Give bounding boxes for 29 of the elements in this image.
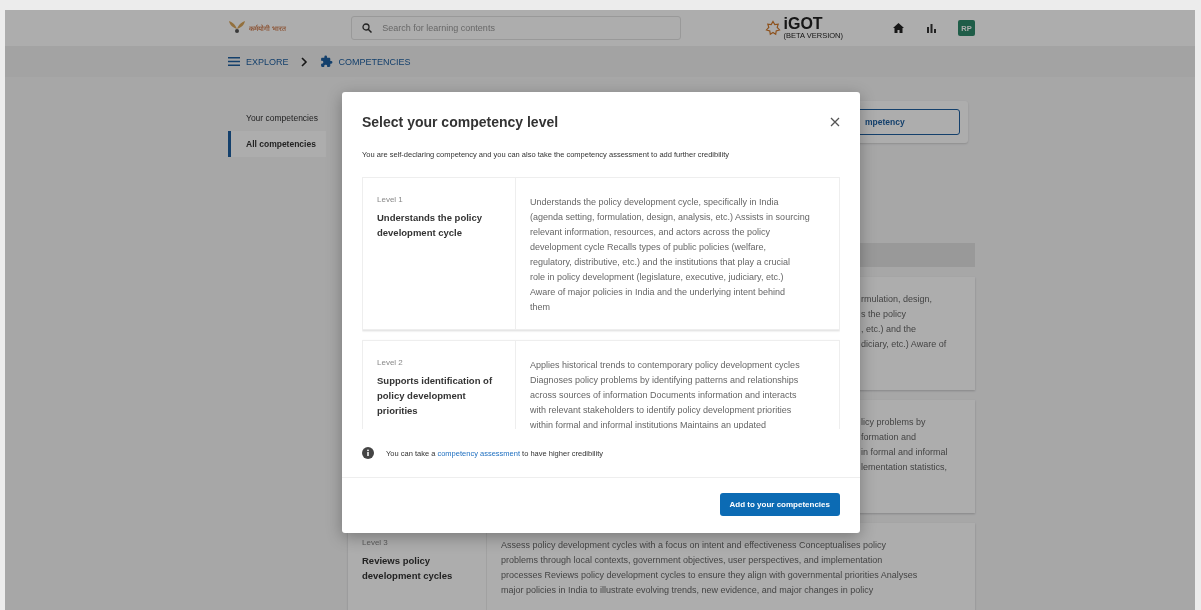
level-description: Applies historical trends to contemporary policy development cycles Diagnoses policy problems by identifying patterns and relationships across sources of information Documents information and interacts with relevant stakeholders to identify policy development priorities within formal and informal institutions Maintains an updated bbox=[515, 341, 808, 429]
chevron-right-icon bbox=[300, 56, 308, 67]
puzzle-icon bbox=[319, 55, 333, 68]
dialog-title: Select your competency level bbox=[362, 114, 560, 130]
sidebar-item[interactable]: Your competencies bbox=[228, 105, 326, 131]
breadcrumb-link[interactable]: EXPLORE bbox=[228, 56, 289, 67]
level-option[interactable] bbox=[362, 177, 840, 330]
level-title: Understands the policy development cycle bbox=[377, 211, 484, 240]
level-title: Reviews policy development cycles bbox=[362, 554, 454, 583]
breadcrumb-link[interactable]: COMPETENCIES bbox=[319, 55, 411, 68]
level-label: Level 3 bbox=[362, 538, 389, 547]
level-description: licy problems by formation and in formal and informal lementation statistics, bbox=[861, 416, 949, 474]
sidebar-item[interactable]: All competencies bbox=[228, 131, 326, 157]
menu-icon bbox=[228, 57, 240, 66]
level-description: Understands the policy development cycle, specifically in India (agenda setting, formulation, design, analysis, etc.) Assists in sourcing relevant information, resources, and actors across the policy development cycle Recalls types of public policies (welfare, regulatory, distributive, etc.) and the institutions that play a crucial role in policy development (legislature, executive, judiciary, etc.) Aware of major policies in India and the underlying intent behind them bbox=[515, 178, 818, 329]
level-description: rmulation, design, s the policy , etc.) and the diciary, etc.) Aware of bbox=[861, 293, 948, 351]
level-label: Level 1 bbox=[377, 195, 404, 204]
home-icon[interactable] bbox=[893, 23, 904, 33]
info-icon bbox=[362, 447, 374, 459]
flower-icon bbox=[764, 20, 781, 36]
logo-icon bbox=[228, 20, 246, 36]
level-label: Level 2 bbox=[377, 358, 404, 367]
search-field[interactable]: Search for learning contents bbox=[351, 16, 681, 40]
brand-name: iGOT bbox=[783, 16, 824, 33]
bar-chart-icon[interactable] bbox=[926, 23, 936, 33]
close-button[interactable] bbox=[828, 115, 842, 129]
search-icon bbox=[362, 23, 373, 33]
add-button[interactable]: Add to your competencies bbox=[719, 493, 840, 516]
level-title: Supports identification of policy development priorities bbox=[377, 374, 494, 418]
